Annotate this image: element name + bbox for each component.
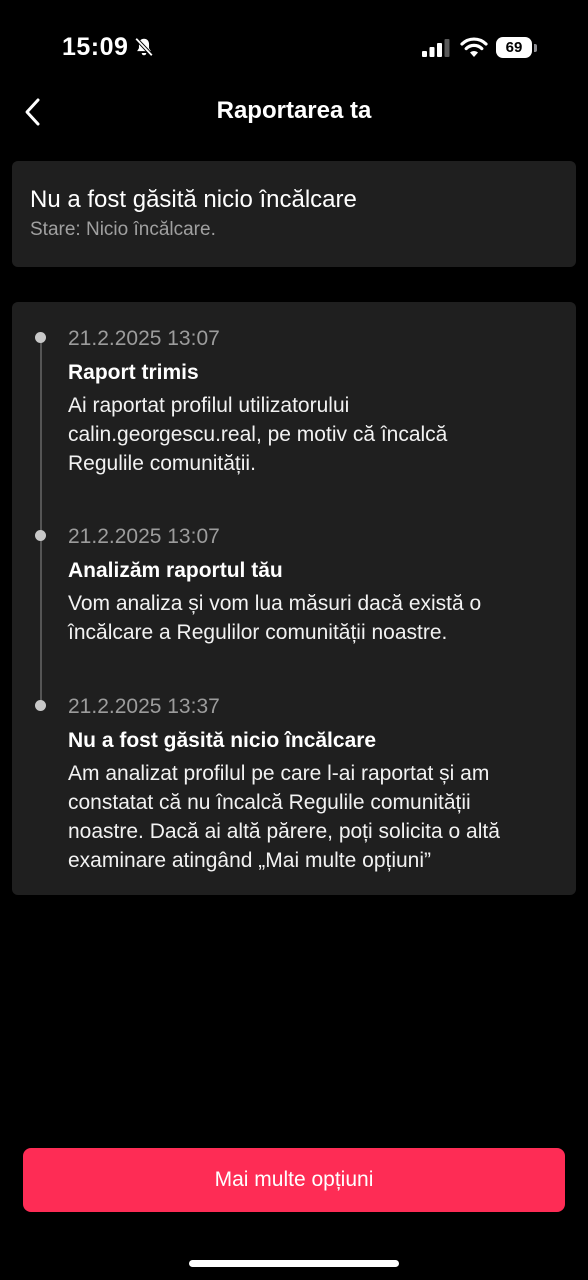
report-timeline: 21.2.2025 13:07 Raport trimis Ai raporta… — [12, 302, 576, 895]
timeline-line — [40, 340, 42, 702]
status-bar: 15:09 69 — [0, 0, 588, 96]
description-line: încălcare a Regulilor comunității noastr… — [68, 621, 448, 644]
status-time: 15:09 — [62, 33, 129, 61]
bell-slash-icon — [134, 37, 154, 57]
report-status-card: Nu a fost găsită nicio încălcare Stare: … — [12, 161, 576, 267]
battery-icon: 69 — [496, 37, 538, 59]
battery-level: 69 — [496, 37, 532, 58]
more-options-button[interactable]: Mai multe opțiuni — [23, 1148, 565, 1212]
timeline-date: 21.2.2025 13:07 — [68, 525, 220, 548]
timeline-dot — [35, 530, 46, 541]
wifi-icon — [460, 37, 488, 57]
description-line: calin.georgescu.real, pe motiv că încalc… — [68, 423, 448, 446]
timeline-date: 21.2.2025 13:37 — [68, 695, 220, 718]
nav-bar: Raportarea ta — [0, 84, 588, 140]
timeline-dot — [35, 700, 46, 711]
page-title: Raportarea ta — [216, 97, 372, 124]
status-subtitle: Stare: Nicio încălcare. — [30, 219, 216, 240]
description-line: Vom analiza și vom lua măsuri dacă exist… — [68, 592, 482, 615]
timeline-heading: Analizăm raportul tău — [68, 559, 283, 582]
timeline-heading: Raport trimis — [68, 361, 199, 384]
timeline-description: Vom analiza și vom lua măsuri dacă exist… — [68, 589, 558, 647]
description-line: examinare atingând „Mai multe opțiuni” — [68, 849, 432, 872]
cellular-signal-icon — [422, 39, 450, 57]
timeline-heading: Nu a fost găsită nicio încălcare — [68, 729, 377, 752]
description-line: Ai raportat profilul utilizatorului — [68, 394, 350, 417]
timeline-description: Am analizat profilul pe care l-ai raport… — [68, 759, 558, 875]
timeline-dot — [35, 332, 46, 343]
status-title: Nu a fost găsită nicio încălcare — [30, 186, 357, 213]
description-line: Am analizat profilul pe care l-ai raport… — [68, 762, 490, 785]
description-line: noastre. Dacă ai altă părere, poți solic… — [68, 820, 500, 843]
timeline-date: 21.2.2025 13:07 — [68, 327, 220, 350]
home-indicator[interactable] — [189, 1260, 399, 1267]
description-line: constatat că nu încalcă Regulile comunit… — [68, 791, 471, 814]
description-line: Regulile comunității. — [68, 452, 256, 475]
timeline-description: Ai raportat profilul utilizatorului cali… — [68, 391, 558, 478]
battery-tip — [534, 44, 537, 52]
